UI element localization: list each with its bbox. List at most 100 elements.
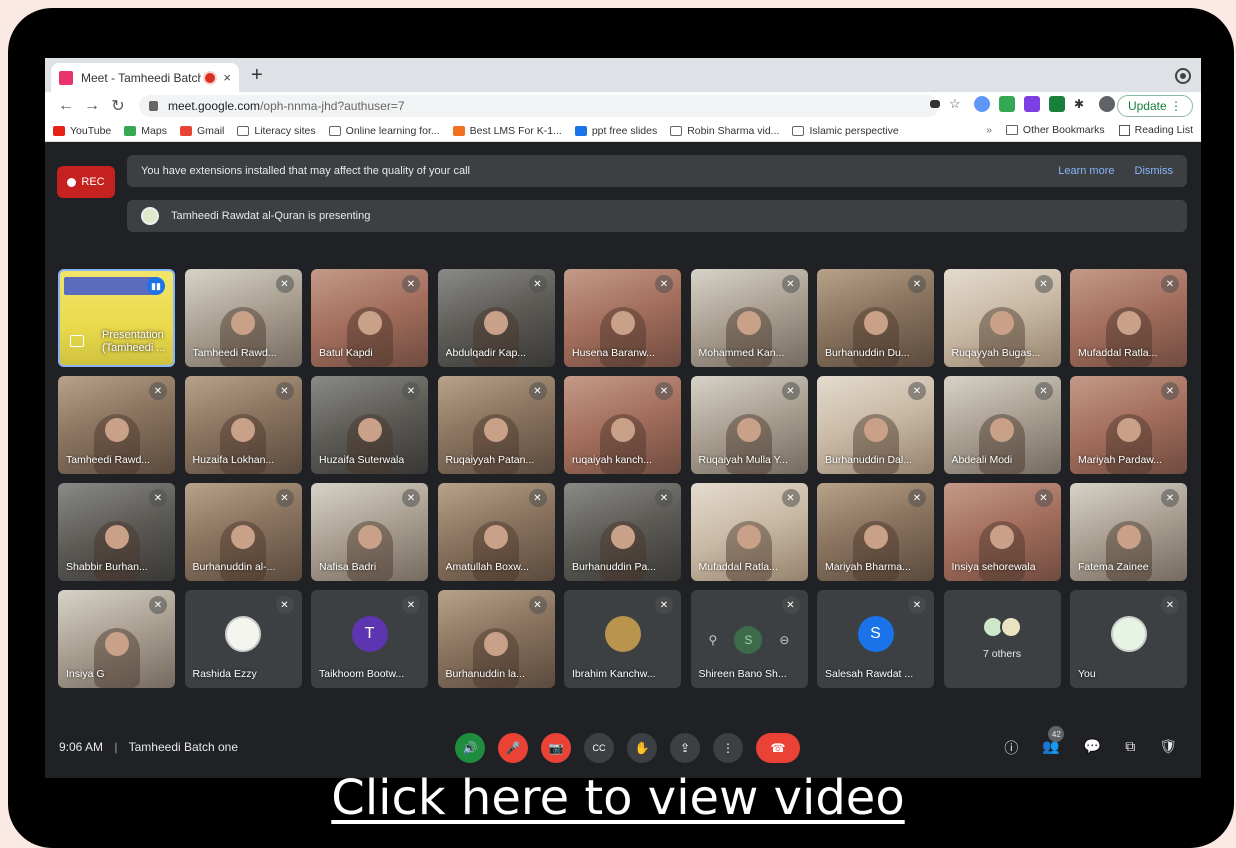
participant-tile[interactable]: ✕ Abdulqadir Kap... (437, 269, 555, 367)
participant-tile[interactable]: ✕ Mariyah Pardaw... (1070, 376, 1187, 474)
mic-muted-icon: ✕ (275, 489, 294, 507)
participant-tile[interactable]: ✕ ruqaiyah kanch... (564, 376, 681, 474)
presentation-tile[interactable]: ▮▮ Presentation (Tamheedi ... (58, 269, 175, 367)
participant-tile[interactable]: ✕ S Salesah Rawdat ... (817, 590, 934, 688)
bookmark-item[interactable]: Maps (124, 125, 167, 137)
self-tile[interactable]: ✕ You (1070, 590, 1187, 688)
address-bar-row: ← → ↻ meet.google.com/oph-nnma-jhd?authu… (45, 92, 1201, 120)
update-button[interactable]: Update ⋮ (1116, 95, 1193, 117)
participant-tile[interactable]: ✕ Tamheedi Rawd... (58, 376, 175, 474)
bookmarks-overflow-icon[interactable]: » (986, 124, 992, 136)
puzzle-icon[interactable]: ✱ (1074, 96, 1090, 112)
extension-warning-banner: You have extensions installed that may a… (127, 155, 1187, 187)
tab-meet[interactable]: Meet - Tamheedi Batch one × (51, 63, 239, 92)
participant-tile[interactable]: ✕ Burhanuddin Du... (817, 269, 934, 367)
participant-tile[interactable]: ✕ Rashida Ezzy (184, 590, 302, 688)
folder-icon (328, 125, 341, 136)
end-call-icon[interactable]: ☎ (756, 733, 800, 763)
bookmark-item[interactable]: ppt free slides (574, 125, 657, 137)
learn-more-link[interactable]: Learn more (1058, 165, 1114, 177)
remove-icon[interactable]: ⊖ (779, 633, 789, 647)
participant-tile[interactable]: ✕ Nafisa Badri (311, 483, 428, 581)
participant-tile[interactable]: ✕ Ruqayyah Bugas... (943, 269, 1061, 367)
extension-gear-icon[interactable] (974, 96, 990, 112)
participant-tile[interactable]: ✕ Fatema Zainee (1070, 483, 1187, 581)
speaker-icon[interactable]: 🔊 (455, 733, 485, 763)
participant-tile[interactable]: ✕ Husena Baranw... (564, 269, 681, 367)
participant-name: Abdeali Modi (951, 454, 1013, 466)
captions-icon[interactable]: CC (584, 733, 614, 763)
info-icon[interactable]: ⓘ (1004, 738, 1018, 758)
bookmark-item[interactable]: Best LMS For K-1... (452, 125, 562, 137)
profile-avatar[interactable] (1099, 96, 1115, 112)
camera-icon[interactable] (930, 100, 940, 108)
new-tab-button[interactable]: + (251, 64, 263, 87)
participant-tile[interactable]: ✕ ⚲ S ⊖ Shireen Bano Sh... (690, 590, 808, 688)
participant-tile[interactable]: ✕ Insiya G (58, 590, 175, 688)
recording-badge[interactable]: REC (57, 166, 115, 198)
reading-list[interactable]: Reading List (1135, 124, 1193, 136)
participant-tile[interactable]: ✕ Tamheedi Rawd... (184, 269, 302, 367)
url-input[interactable]: meet.google.com/oph-nnma-jhd?authuser=7 (139, 95, 939, 117)
participant-tile[interactable]: ✕ Batul Kapdi (311, 269, 428, 367)
participant-tile[interactable]: ✕ Burhanuddin la... (437, 590, 555, 688)
extension-green-icon[interactable] (999, 96, 1015, 112)
people-icon[interactable]: 👥 42 (1042, 726, 1065, 758)
participant-avatar: S (734, 626, 763, 654)
bookmark-item[interactable]: YouTube (53, 125, 111, 137)
participant-tile[interactable]: ✕ Burhanuddin Dal... (817, 376, 934, 474)
participant-tile[interactable]: ✕ Huzaifa Lokhan... (184, 376, 302, 474)
participant-tile[interactable]: ✕ Burhanuddin al-... (184, 483, 302, 581)
raise-hand-icon[interactable]: ✋ (627, 733, 657, 763)
pin-icon[interactable]: ⚲ (709, 633, 718, 647)
host-controls-icon[interactable]: 🛡 (1159, 738, 1177, 758)
view-video-link[interactable]: Click here to view video (0, 770, 1236, 826)
camera-off-icon[interactable]: 📷 (541, 733, 571, 763)
star-icon[interactable]: ☆ (949, 96, 965, 112)
participant-name: Burhanuddin Dal... (825, 454, 912, 466)
bookmark-item[interactable]: Online learning for... (328, 125, 440, 137)
recording-extension-icon[interactable] (1177, 70, 1189, 82)
tab-close-icon[interactable]: × (223, 70, 231, 85)
extension-b-icon[interactable] (1024, 96, 1040, 112)
participant-tile[interactable]: ✕ Mufaddal Ratla... (690, 483, 808, 581)
bookmark-label: Maps (141, 124, 167, 137)
participant-tile[interactable]: ✕ Burhanuddin Pa... (564, 483, 681, 581)
clock-time: 9:06 AM (59, 740, 104, 754)
activities-icon[interactable]: ⧉ (1125, 738, 1135, 758)
call-controls: 🔊 🎤 📷 CC ✋ ⇪ ⋮ ☎ (455, 733, 800, 763)
other-bookmarks[interactable]: Other Bookmarks (1023, 124, 1105, 136)
participant-tile[interactable]: ✕ Mufaddal Ratla... (1070, 269, 1187, 367)
participant-tile[interactable]: ✕ Mohammed Kan... (690, 269, 808, 367)
participant-tile[interactable]: ✕ Mariyah Bharma... (817, 483, 934, 581)
forward-arrow-icon[interactable]: → (79, 97, 105, 115)
mic-off-icon[interactable]: 🎤 (498, 733, 528, 763)
participant-tile[interactable]: ✕ Huzaifa Suterwala (311, 376, 428, 474)
site-icon (452, 125, 465, 136)
bookmark-item[interactable]: Islamic perspective (792, 125, 899, 137)
participant-tile[interactable]: ✕ Insiya sehorewala (943, 483, 1061, 581)
participant-tile[interactable]: ✕ Ruqaiyah Mulla Y... (690, 376, 808, 474)
speaking-indicator-icon: ▮▮ (147, 277, 165, 295)
bookmark-item[interactable]: Literacy sites (237, 125, 316, 137)
reload-icon[interactable]: ↻ (105, 96, 131, 116)
recording-indicator-icon (205, 72, 216, 83)
record-dot-icon (67, 177, 77, 187)
present-now-icon[interactable]: ⇪ (670, 733, 700, 763)
browser-window: Meet - Tamheedi Batch one × + ← → ↻ meet… (45, 58, 1201, 778)
participant-tile[interactable]: ✕ Ruqaiyyah Patan... (437, 376, 555, 474)
participant-tile[interactable]: ✕ Ibrahim Kanchw... (564, 590, 681, 688)
participant-tile[interactable]: ✕ T Taikhoom Bootw... (311, 590, 428, 688)
participant-tile[interactable]: ✕ Abdeali Modi (943, 376, 1061, 474)
back-arrow-icon[interactable]: ← (53, 97, 79, 115)
participant-tile[interactable]: ✕ Amatullah Boxw... (437, 483, 555, 581)
others-tile[interactable]: 7 others (943, 590, 1061, 688)
sheets-icon[interactable] (1049, 96, 1065, 112)
chat-icon[interactable]: 💬 (1084, 738, 1101, 758)
more-options-icon[interactable]: ⋮ (713, 733, 743, 763)
bookmark-item[interactable]: Gmail (179, 125, 224, 137)
dismiss-button[interactable]: Dismiss (1135, 165, 1174, 177)
bookmark-item[interactable]: Robin Sharma vid... (670, 125, 779, 137)
participant-name: Mufaddal Ratla... (698, 561, 778, 573)
participant-tile[interactable]: ✕ Shabbir Burhan... (58, 483, 175, 581)
